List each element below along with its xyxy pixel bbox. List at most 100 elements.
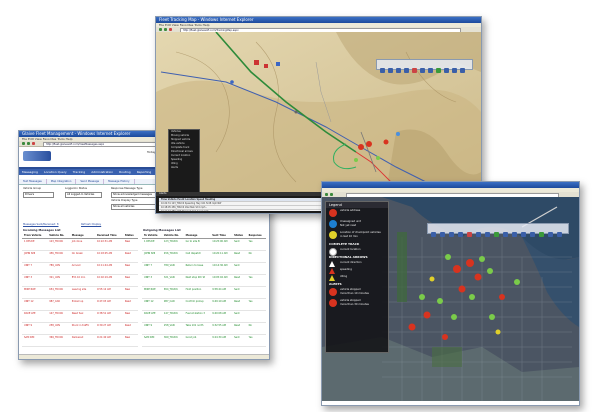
forward-icon[interactable] bbox=[330, 193, 333, 196]
legend-row: vehicle stopped more than 30 minutes bbox=[326, 298, 388, 309]
vehicle-group-select[interactable]: Drivers bbox=[23, 192, 54, 198]
table-cell: Read bbox=[122, 298, 138, 311]
vehicle-marker bbox=[437, 298, 443, 304]
nav-tab[interactable]: Routing bbox=[116, 169, 134, 175]
table-cell bbox=[246, 262, 266, 275]
map-toolbar[interactable] bbox=[376, 59, 473, 73]
map-toolbar[interactable] bbox=[427, 223, 569, 237]
table-cell: 123_TRUCK bbox=[161, 238, 184, 251]
outgoing-title: Outgoing Messages List bbox=[143, 228, 181, 232]
table-cell: 321_VAN bbox=[161, 274, 184, 287]
message-type-select[interactable]: Show acknowledged messages bbox=[111, 192, 156, 198]
table-cell: 147_TRUCK bbox=[47, 310, 70, 323]
table-cell: MIKE ROE bbox=[142, 286, 162, 299]
table-cell: 10:11:44 AM bbox=[95, 262, 123, 275]
back-icon[interactable] bbox=[22, 142, 25, 145]
table-row[interactable]: UNIT 12 987_CAR Picked up 9:47:03 AM Read bbox=[22, 298, 138, 311]
nav-tab[interactable]: Administration bbox=[88, 169, 116, 175]
table-cell: 9:38:51 AM bbox=[95, 310, 123, 323]
stop-icon[interactable] bbox=[169, 28, 172, 31]
sub-tab[interactable]: Message History bbox=[104, 179, 135, 184]
vehicle-marker bbox=[487, 268, 493, 274]
table-cell: Fuel at station 3 bbox=[183, 310, 211, 323]
vehicle-type-label: Vehicle Display Type bbox=[111, 199, 138, 202]
vehicle-marker bbox=[445, 254, 451, 260]
table-cell: Next stop 4th St bbox=[183, 274, 211, 287]
table-cell: 9:47:03 AM bbox=[95, 298, 123, 311]
nav-tab[interactable]: Reporting bbox=[134, 169, 155, 175]
logged-status-select[interactable]: All Logged-In Vehicles bbox=[65, 192, 102, 198]
vehicle-type-select[interactable]: Show all vehicles bbox=[111, 204, 156, 210]
table-row[interactable]: SAM KIM 369_TRUCK Delivered 9:21:40 AM New bbox=[22, 334, 138, 347]
location-icon bbox=[329, 248, 337, 256]
table-row[interactable]: UNIT 3 321_VAN Next stop 4th St 10:05:02 AM… bbox=[142, 274, 266, 287]
vehicle-marker bbox=[396, 132, 400, 136]
table-row[interactable]: JOHN SMI 456_TRUCK Call dispatch 10:20:11 A… bbox=[142, 250, 266, 263]
table-row[interactable]: DAVE LEE 147_TRUCK Need fuel 9:38:51 AM New bbox=[22, 310, 138, 323]
table-cell: Yes bbox=[246, 298, 266, 311]
table-row[interactable]: UNIT 9 258_VAN Take 101 north 9:32:55 AM Rea… bbox=[142, 322, 266, 335]
checkpoint-marker bbox=[495, 329, 501, 335]
table-cell bbox=[246, 310, 266, 323]
table-row[interactable]: 1 DEUCE 123_TRUCK Go to site B 10:25:00 AM S… bbox=[142, 238, 266, 251]
table-row[interactable]: SAM KIM 369_TRUCK Good job 9:24:30 AM Sent Ye… bbox=[142, 334, 266, 347]
table-cell: UNIT 9 bbox=[142, 322, 162, 335]
table-row[interactable]: UNIT 3 321_VAN ETA 10 min 10:02:19 AM New bbox=[22, 274, 138, 287]
table-cell: Sent bbox=[232, 262, 247, 275]
nav-tab[interactable]: Messaging bbox=[19, 169, 41, 175]
marker-icon bbox=[329, 231, 337, 239]
table-cell: Job done bbox=[69, 238, 96, 251]
table-cell: Go to site B bbox=[183, 238, 211, 251]
table-cell: New bbox=[122, 238, 138, 251]
sub-tab[interactable]: Text Messages bbox=[19, 179, 47, 184]
incoming-table: From Vehicle Vehicle No. Message Received T… bbox=[22, 233, 138, 347]
table-cell: Yes bbox=[246, 238, 266, 251]
table-cell: 789_VAN bbox=[161, 262, 184, 275]
table-row[interactable]: UNIT 7 789_VAN Arrived 10:11:44 AM New bbox=[22, 262, 138, 275]
table-row[interactable]: DAVE LEE 147_TRUCK Fuel at station 3 9:40:0… bbox=[142, 310, 266, 323]
table-cell: Return to base bbox=[183, 262, 211, 275]
table-row[interactable]: 1 DEUCE 123_TRUCK Job done 10:22:31 AM New bbox=[22, 238, 138, 251]
satellite-map-window[interactable]: Legend vehicle address Unassigned unit Not… bbox=[321, 181, 580, 406]
table-row[interactable]: MIKE ROE 654_TRUCK Hold position 9:58:44 AM… bbox=[142, 286, 266, 299]
logged-status-label: Logged-In Status bbox=[65, 187, 87, 190]
alert-marker bbox=[254, 60, 259, 65]
forward-icon[interactable] bbox=[27, 142, 30, 145]
legend-row: idling bbox=[326, 274, 388, 281]
map-legend: Vehicles Moving vehicle Stopped vehicle Idl… bbox=[168, 129, 200, 192]
legend-sublabel: Not yet read bbox=[340, 223, 357, 227]
map-tool-icons[interactable] bbox=[428, 230, 568, 239]
legend-label: idling bbox=[340, 275, 348, 278]
table-cell: On break bbox=[69, 250, 96, 263]
back-icon[interactable] bbox=[325, 193, 328, 196]
table-cell: 10:14:36 AM bbox=[210, 262, 233, 275]
table-row[interactable]: UNIT 12 987_CAR Confirm pickup 9:49:19 AM Re… bbox=[142, 298, 266, 311]
sub-tab[interactable]: Send Message bbox=[76, 179, 105, 184]
back-icon[interactable] bbox=[159, 28, 162, 31]
table-cell: Picked up bbox=[69, 298, 96, 311]
app-logo bbox=[23, 151, 51, 161]
table-cell: 1 DEUCE bbox=[22, 238, 48, 251]
nav-tab[interactable]: Tracking bbox=[70, 169, 89, 175]
table-row[interactable]: UNIT 9 258_VAN Stuck in traffic 9:30:27 AM R… bbox=[22, 322, 138, 335]
nav-tab[interactable]: Location Query bbox=[41, 169, 70, 175]
table-cell: DAVE LEE bbox=[142, 310, 162, 323]
table-row[interactable]: JOHN SMI 456_TRUCK On break 10:18:05 AM Read bbox=[22, 250, 138, 263]
messages-count-link[interactable]: Messages Sent/Received: 8 bbox=[23, 223, 58, 226]
table-cell: SAM KIM bbox=[142, 334, 162, 347]
alert-marker bbox=[474, 273, 482, 281]
terrain-map[interactable]: Vehicles Moving vehicle Stopped vehicle Idl… bbox=[156, 32, 481, 192]
refresh-link[interactable]: Refresh Display bbox=[81, 223, 101, 226]
satellite-map[interactable]: Legend vehicle address Unassigned unit Not… bbox=[322, 197, 579, 401]
table-cell: Arrived bbox=[69, 262, 96, 275]
table-cell: New bbox=[122, 286, 138, 299]
table-cell: JOHN SMI bbox=[22, 250, 48, 263]
sub-tab[interactable]: Map Integration bbox=[47, 179, 77, 184]
stop-icon[interactable] bbox=[32, 142, 35, 145]
forward-icon[interactable] bbox=[164, 28, 167, 31]
status-bar bbox=[19, 354, 269, 359]
table-cell: New bbox=[122, 310, 138, 323]
table-row[interactable]: MIKE ROE 654_TRUCK Leaving site 9:55:12 AM N… bbox=[22, 286, 138, 299]
map-tool-icons[interactable] bbox=[377, 66, 472, 75]
table-row[interactable]: UNIT 7 789_VAN Return to base 10:14:36 AM Se… bbox=[142, 262, 266, 275]
